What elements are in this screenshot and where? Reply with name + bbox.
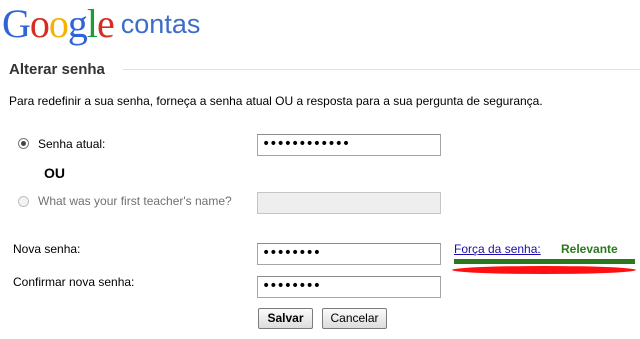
logo-letter: o bbox=[48, 1, 69, 46]
current-password-label: Senha atual: bbox=[38, 137, 106, 151]
security-answer-field[interactable] bbox=[257, 192, 441, 214]
logo-letter: e bbox=[97, 1, 115, 46]
section-title: Alterar senha bbox=[9, 61, 105, 78]
logo-letter: l bbox=[86, 1, 98, 46]
or-separator: OU bbox=[44, 165, 65, 181]
password-strength-value: Relevante bbox=[561, 242, 618, 256]
security-question-radio[interactable] bbox=[18, 196, 29, 207]
instructions-text: Para redefinir a sua senha, forneça a se… bbox=[9, 94, 543, 108]
cancel-button[interactable]: Cancelar bbox=[322, 308, 387, 329]
password-strength-link[interactable]: Força da senha: bbox=[454, 242, 541, 256]
new-password-field[interactable]: •••••••• bbox=[257, 243, 441, 265]
password-strength-bar bbox=[454, 259, 635, 264]
highlight-mark bbox=[452, 266, 636, 274]
confirm-password-field[interactable]: •••••••• bbox=[257, 276, 441, 298]
logo-letter: g bbox=[67, 1, 88, 46]
google-contas-logo: Google contas bbox=[2, 4, 200, 44]
section-divider bbox=[123, 69, 640, 70]
current-password-field[interactable]: •••••••••••• bbox=[257, 134, 441, 156]
logo-letter: o bbox=[29, 1, 50, 46]
google-logo-wordmark: Google bbox=[2, 1, 115, 46]
current-password-radio[interactable] bbox=[18, 138, 29, 149]
security-question-label: What was your first teacher's name? bbox=[38, 194, 232, 208]
save-button[interactable]: Salvar bbox=[258, 308, 313, 329]
logo-letter: G bbox=[2, 1, 31, 46]
new-password-label: Nova senha: bbox=[13, 242, 81, 256]
product-name: contas bbox=[120, 9, 201, 39]
confirm-password-label: Confirmar nova senha: bbox=[13, 275, 135, 289]
